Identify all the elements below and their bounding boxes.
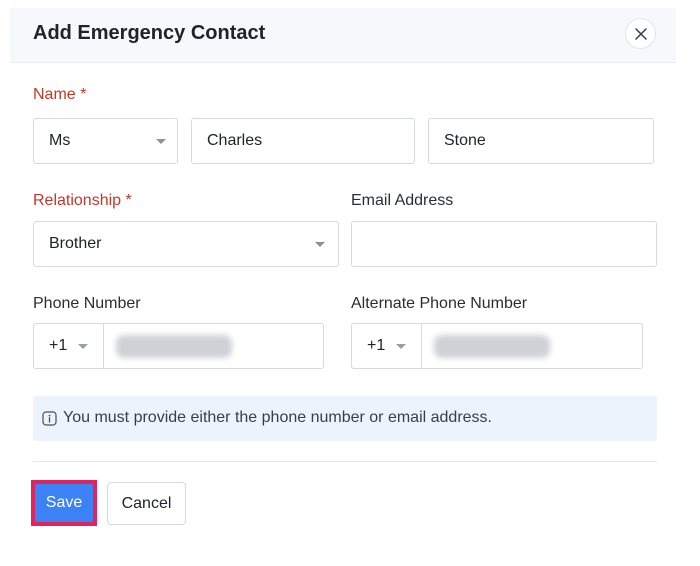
phone-label: Phone Number: [33, 295, 141, 312]
save-button-label: Save: [35, 484, 93, 522]
dialog-title: Add Emergency Contact: [33, 22, 266, 44]
info-text: You must provide either the phone number…: [63, 409, 492, 426]
alt-phone-country-code-select[interactable]: +1: [352, 324, 422, 368]
redacted-phone-value: [116, 335, 232, 358]
phone-number-input[interactable]: [104, 324, 323, 368]
salutation-value: Ms: [49, 132, 71, 149]
first-name-value: Charles: [207, 132, 263, 149]
alt-phone-country-code: +1: [367, 337, 386, 354]
email-input[interactable]: [351, 221, 657, 267]
chevron-down-icon: [78, 344, 88, 349]
name-label: Name *: [33, 86, 87, 103]
chevron-down-icon: [315, 242, 325, 247]
alt-phone-field: +1: [351, 323, 643, 369]
email-label: Email Address: [351, 192, 454, 209]
alt-phone-label: Alternate Phone Number: [351, 295, 528, 312]
close-icon: [635, 28, 647, 40]
chevron-down-icon: [156, 139, 166, 144]
save-button[interactable]: Save: [31, 480, 97, 526]
info-icon: [42, 411, 57, 426]
last-name-input[interactable]: Stone: [428, 118, 654, 164]
phone-country-code-select[interactable]: +1: [34, 324, 104, 368]
cancel-button[interactable]: Cancel: [107, 482, 186, 525]
phone-country-code: +1: [49, 337, 68, 354]
relationship-select[interactable]: Brother: [33, 221, 339, 267]
first-name-input[interactable]: Charles: [191, 118, 415, 164]
alt-phone-number-input[interactable]: [422, 324, 642, 368]
relationship-value: Brother: [49, 235, 102, 252]
relationship-label: Relationship *: [33, 192, 132, 209]
dialog-header: Add Emergency Contact: [10, 8, 676, 63]
footer-divider: [33, 461, 657, 462]
phone-field: +1: [33, 323, 324, 369]
redacted-alt-phone-value: [434, 335, 550, 358]
salutation-select[interactable]: Ms: [33, 118, 178, 164]
info-notice: You must provide either the phone number…: [33, 396, 657, 441]
close-button[interactable]: [625, 18, 656, 49]
last-name-value: Stone: [444, 132, 486, 149]
chevron-down-icon: [396, 344, 406, 349]
add-emergency-contact-dialog: Add Emergency Contact Name * Ms Charles …: [0, 0, 700, 566]
